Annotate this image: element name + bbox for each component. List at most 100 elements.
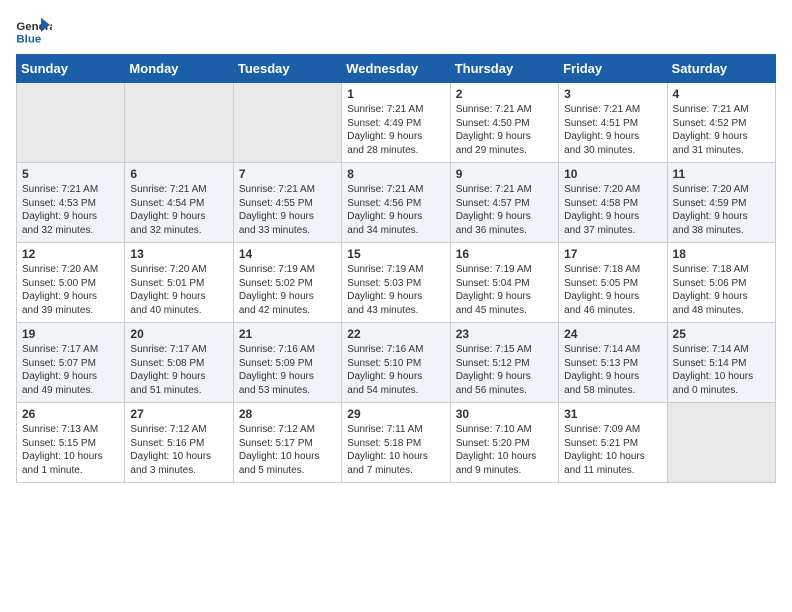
calendar-cell: 29 Sunrise: 7:11 AM Sunset: 5:18 PM Dayli… xyxy=(342,403,450,483)
logo: General Blue xyxy=(16,16,52,46)
calendar-cell: 10Sunrise: 7:20 AM Sunset: 4:58 PM Dayli… xyxy=(559,163,667,243)
day-number: 16 xyxy=(456,247,553,261)
day-number: 31 xyxy=(564,407,661,421)
day-number: 2 xyxy=(456,87,553,101)
day-number: 14 xyxy=(239,247,336,261)
weekday-header-wednesday: Wednesday xyxy=(342,55,450,83)
weekday-header-tuesday: Tuesday xyxy=(233,55,341,83)
day-info: Sunrise: 7:14 AM Sunset: 5:14 PM Dayligh… xyxy=(673,343,770,397)
day-info: Sunrise: 7:21 AM Sunset: 4:55 PM Dayligh… xyxy=(239,183,336,237)
header-row: SundayMondayTuesdayWednesdayThursdayFrid… xyxy=(17,55,776,83)
day-number: 20 xyxy=(130,327,227,341)
day-info: Sunrise: 7:12 AM Sunset: 5:16 PM Dayligh… xyxy=(130,423,227,477)
day-number: 8 xyxy=(347,167,444,181)
calendar-cell: 20 Sunrise: 7:17 AM Sunset: 5:08 PM Dayli… xyxy=(125,323,233,403)
day-number: 1 xyxy=(347,87,444,101)
calendar-cell xyxy=(125,83,233,163)
day-info: Sunrise: 7:21 AM Sunset: 4:53 PM Dayligh… xyxy=(22,183,119,237)
calendar-cell: 25Sunrise: 7:14 AM Sunset: 5:14 PM Dayli… xyxy=(667,323,775,403)
day-info: Sunrise: 7:21 AM Sunset: 4:57 PM Dayligh… xyxy=(456,183,553,237)
day-info: Sunrise: 7:21 AM Sunset: 4:50 PM Dayligh… xyxy=(456,103,553,157)
calendar-cell: 16 Sunrise: 7:19 AM Sunset: 5:04 PM Dayli… xyxy=(450,243,558,323)
calendar-cell: 3 Sunrise: 7:21 AM Sunset: 4:51 PM Daylig… xyxy=(559,83,667,163)
calendar-cell: 5 Sunrise: 7:21 AM Sunset: 4:53 PM Daylig… xyxy=(17,163,125,243)
week-row-5: 26 Sunrise: 7:13 AM Sunset: 5:15 PM Dayli… xyxy=(17,403,776,483)
day-number: 18 xyxy=(673,247,770,261)
day-info: Sunrise: 7:20 AM Sunset: 5:00 PM Dayligh… xyxy=(22,263,119,317)
weekday-header-saturday: Saturday xyxy=(667,55,775,83)
day-info: Sunrise: 7:17 AM Sunset: 5:08 PM Dayligh… xyxy=(130,343,227,397)
calendar-cell: 27 Sunrise: 7:12 AM Sunset: 5:16 PM Dayli… xyxy=(125,403,233,483)
calendar-table: SundayMondayTuesdayWednesdayThursdayFrid… xyxy=(16,54,776,483)
day-info: Sunrise: 7:21 AM Sunset: 4:56 PM Dayligh… xyxy=(347,183,444,237)
day-info: Sunrise: 7:15 AM Sunset: 5:12 PM Dayligh… xyxy=(456,343,553,397)
calendar-cell: 31 Sunrise: 7:09 AM Sunset: 5:21 PM Dayli… xyxy=(559,403,667,483)
day-info: Sunrise: 7:20 AM Sunset: 4:58 PM Dayligh… xyxy=(564,183,661,237)
calendar-cell xyxy=(667,403,775,483)
weekday-header-monday: Monday xyxy=(125,55,233,83)
day-number: 4 xyxy=(673,87,770,101)
day-info: Sunrise: 7:09 AM Sunset: 5:21 PM Dayligh… xyxy=(564,423,661,477)
weekday-header-sunday: Sunday xyxy=(17,55,125,83)
day-number: 5 xyxy=(22,167,119,181)
calendar-cell: 2 Sunrise: 7:21 AM Sunset: 4:50 PM Daylig… xyxy=(450,83,558,163)
calendar-cell: 30 Sunrise: 7:10 AM Sunset: 5:20 PM Dayli… xyxy=(450,403,558,483)
day-info: Sunrise: 7:18 AM Sunset: 5:06 PM Dayligh… xyxy=(673,263,770,317)
day-number: 28 xyxy=(239,407,336,421)
week-row-1: 1 Sunrise: 7:21 AM Sunset: 4:49 PM Daylig… xyxy=(17,83,776,163)
day-info: Sunrise: 7:14 AM Sunset: 5:13 PM Dayligh… xyxy=(564,343,661,397)
svg-text:Blue: Blue xyxy=(16,33,41,45)
page-header: General Blue xyxy=(16,16,776,46)
calendar-cell: 24 Sunrise: 7:14 AM Sunset: 5:13 PM Dayli… xyxy=(559,323,667,403)
day-number: 6 xyxy=(130,167,227,181)
calendar-cell: 19Sunrise: 7:17 AM Sunset: 5:07 PM Dayli… xyxy=(17,323,125,403)
calendar-cell: 14 Sunrise: 7:19 AM Sunset: 5:02 PM Dayli… xyxy=(233,243,341,323)
calendar-cell: 11Sunrise: 7:20 AM Sunset: 4:59 PM Dayli… xyxy=(667,163,775,243)
calendar-cell: 1 Sunrise: 7:21 AM Sunset: 4:49 PM Daylig… xyxy=(342,83,450,163)
day-number: 17 xyxy=(564,247,661,261)
day-info: Sunrise: 7:18 AM Sunset: 5:05 PM Dayligh… xyxy=(564,263,661,317)
day-info: Sunrise: 7:21 AM Sunset: 4:51 PM Dayligh… xyxy=(564,103,661,157)
day-number: 11 xyxy=(673,167,770,181)
calendar-cell: 26 Sunrise: 7:13 AM Sunset: 5:15 PM Dayli… xyxy=(17,403,125,483)
day-number: 26 xyxy=(22,407,119,421)
day-info: Sunrise: 7:19 AM Sunset: 5:04 PM Dayligh… xyxy=(456,263,553,317)
day-info: Sunrise: 7:13 AM Sunset: 5:15 PM Dayligh… xyxy=(22,423,119,477)
day-number: 29 xyxy=(347,407,444,421)
day-number: 12 xyxy=(22,247,119,261)
day-info: Sunrise: 7:21 AM Sunset: 4:52 PM Dayligh… xyxy=(673,103,770,157)
calendar-cell: 23 Sunrise: 7:15 AM Sunset: 5:12 PM Dayli… xyxy=(450,323,558,403)
calendar-cell: 7 Sunrise: 7:21 AM Sunset: 4:55 PM Daylig… xyxy=(233,163,341,243)
day-number: 9 xyxy=(456,167,553,181)
weekday-header-thursday: Thursday xyxy=(450,55,558,83)
day-info: Sunrise: 7:21 AM Sunset: 4:49 PM Dayligh… xyxy=(347,103,444,157)
day-number: 30 xyxy=(456,407,553,421)
day-number: 23 xyxy=(456,327,553,341)
day-info: Sunrise: 7:19 AM Sunset: 5:03 PM Dayligh… xyxy=(347,263,444,317)
day-number: 22 xyxy=(347,327,444,341)
week-row-3: 12 Sunrise: 7:20 AM Sunset: 5:00 PM Dayli… xyxy=(17,243,776,323)
logo-icon: General Blue xyxy=(16,16,52,46)
day-number: 15 xyxy=(347,247,444,261)
calendar-cell: 17 Sunrise: 7:18 AM Sunset: 5:05 PM Dayli… xyxy=(559,243,667,323)
day-number: 7 xyxy=(239,167,336,181)
day-number: 21 xyxy=(239,327,336,341)
calendar-cell: 13Sunrise: 7:20 AM Sunset: 5:01 PM Dayli… xyxy=(125,243,233,323)
day-info: Sunrise: 7:12 AM Sunset: 5:17 PM Dayligh… xyxy=(239,423,336,477)
calendar-cell: 22 Sunrise: 7:16 AM Sunset: 5:10 PM Dayli… xyxy=(342,323,450,403)
calendar-cell: 18 Sunrise: 7:18 AM Sunset: 5:06 PM Dayli… xyxy=(667,243,775,323)
day-info: Sunrise: 7:16 AM Sunset: 5:10 PM Dayligh… xyxy=(347,343,444,397)
calendar-cell xyxy=(233,83,341,163)
day-number: 27 xyxy=(130,407,227,421)
day-number: 24 xyxy=(564,327,661,341)
day-number: 3 xyxy=(564,87,661,101)
day-info: Sunrise: 7:19 AM Sunset: 5:02 PM Dayligh… xyxy=(239,263,336,317)
calendar-cell: 4 Sunrise: 7:21 AM Sunset: 4:52 PM Daylig… xyxy=(667,83,775,163)
day-info: Sunrise: 7:10 AM Sunset: 5:20 PM Dayligh… xyxy=(456,423,553,477)
calendar-cell: 28 Sunrise: 7:12 AM Sunset: 5:17 PM Dayli… xyxy=(233,403,341,483)
calendar-cell: 9 Sunrise: 7:21 AM Sunset: 4:57 PM Daylig… xyxy=(450,163,558,243)
day-info: Sunrise: 7:11 AM Sunset: 5:18 PM Dayligh… xyxy=(347,423,444,477)
day-info: Sunrise: 7:20 AM Sunset: 5:01 PM Dayligh… xyxy=(130,263,227,317)
day-info: Sunrise: 7:17 AM Sunset: 5:07 PM Dayligh… xyxy=(22,343,119,397)
calendar-cell: 15 Sunrise: 7:19 AM Sunset: 5:03 PM Dayli… xyxy=(342,243,450,323)
